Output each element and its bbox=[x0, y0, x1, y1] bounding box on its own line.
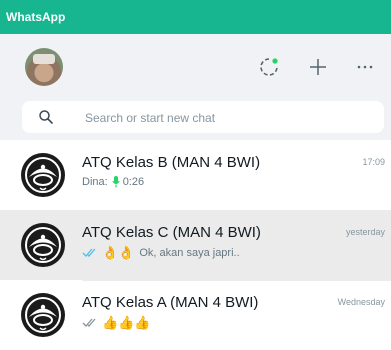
window-titlebar: WhatsApp bbox=[0, 0, 391, 34]
new-chat-plus-icon[interactable] bbox=[305, 54, 331, 80]
delivered-ticks-icon bbox=[82, 317, 98, 328]
chat-preview: Dina: 0:26 bbox=[82, 176, 144, 188]
read-ticks-icon bbox=[82, 247, 98, 258]
voice-duration: 0:26 bbox=[122, 176, 145, 188]
chat-preview: 👌👌 Ok, akan saya japri.. bbox=[82, 246, 240, 259]
group-avatar bbox=[20, 292, 66, 338]
window-title: WhatsApp bbox=[6, 10, 66, 24]
chat-time: yesterday bbox=[345, 227, 385, 237]
chat-list-item[interactable]: ATQ Kelas C (MAN 4 BWI) yesterday 👌👌 Ok,… bbox=[0, 210, 391, 281]
chat-body: ATQ Kelas A (MAN 4 BWI) Wednesday 👍👍👍 bbox=[82, 280, 391, 350]
thumbs-up-emoji: 👍👍👍 bbox=[102, 315, 151, 330]
chat-time: 17:09 bbox=[362, 157, 385, 167]
group-avatar bbox=[20, 222, 66, 268]
search-area bbox=[0, 101, 391, 140]
message-preview: Ok, akan saya japri.. bbox=[139, 246, 240, 259]
microphone-icon bbox=[112, 176, 120, 188]
chat-body: ATQ Kelas C (MAN 4 BWI) yesterday 👌👌 Ok,… bbox=[82, 210, 391, 281]
sender-name: Dina: bbox=[82, 176, 108, 188]
search-box[interactable] bbox=[22, 101, 384, 133]
chat-name: ATQ Kelas B (MAN 4 BWI) bbox=[82, 154, 261, 171]
chat-name: ATQ Kelas A (MAN 4 BWI) bbox=[82, 294, 259, 311]
chat-preview: 👍👍👍 bbox=[82, 316, 151, 329]
status-icon[interactable] bbox=[256, 54, 282, 80]
chat-body: ATQ Kelas B (MAN 4 BWI) 17:09 Dina: 0:26 bbox=[82, 140, 391, 211]
search-input[interactable] bbox=[83, 107, 377, 129]
chat-list-item[interactable]: ATQ Kelas A (MAN 4 BWI) Wednesday 👍👍👍 bbox=[0, 280, 391, 350]
chat-list-item[interactable]: ATQ Kelas B (MAN 4 BWI) 17:09 Dina: 0:26 bbox=[0, 140, 391, 211]
chat-time: Wednesday bbox=[337, 297, 385, 307]
my-profile-avatar[interactable] bbox=[25, 48, 63, 86]
group-avatar bbox=[20, 152, 66, 198]
menu-dots-icon[interactable] bbox=[352, 54, 378, 80]
chat-name: ATQ Kelas C (MAN 4 BWI) bbox=[82, 224, 261, 241]
search-icon bbox=[38, 109, 54, 125]
sidebar-header bbox=[0, 34, 391, 101]
ok-hand-emoji: 👌👌 bbox=[102, 245, 135, 260]
